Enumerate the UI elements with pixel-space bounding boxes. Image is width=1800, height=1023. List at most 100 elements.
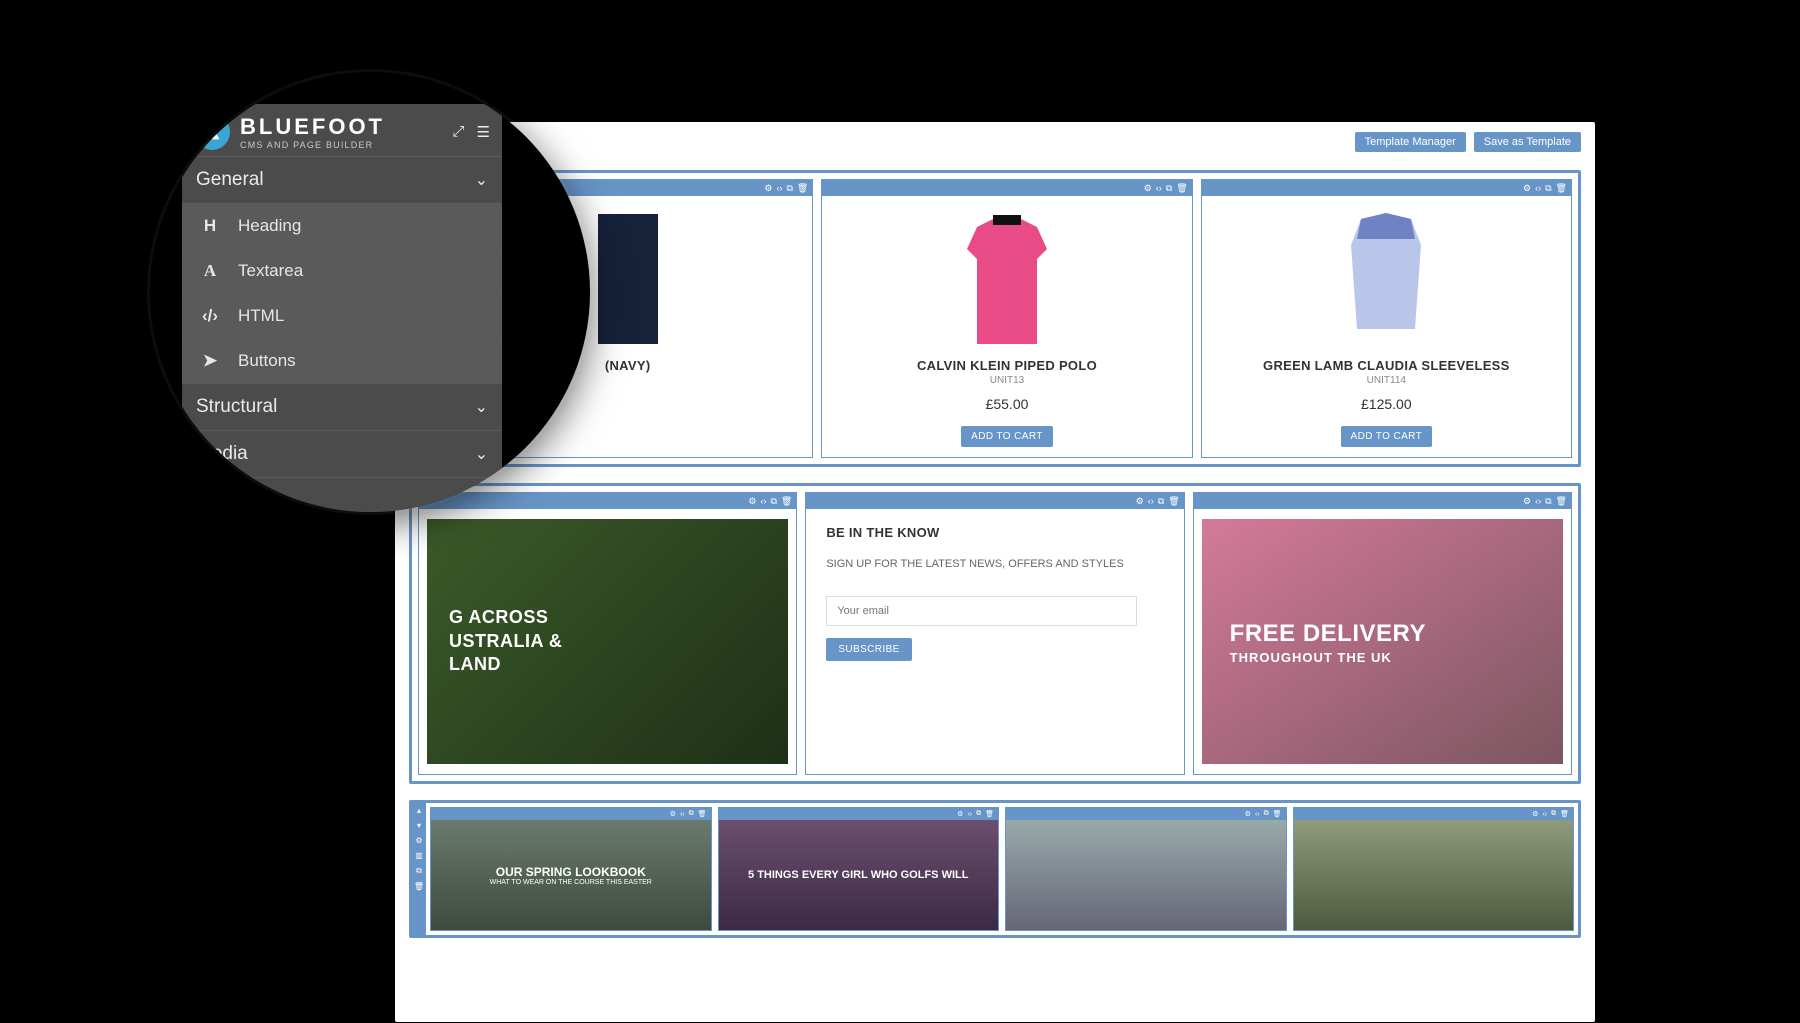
add-to-cart-button[interactable]: ADD TO CART bbox=[1341, 426, 1433, 447]
banner-col-1[interactable]: ⚙ ‹› ⧉ 🗑 G ACROSS USTRALIA & LAND bbox=[418, 492, 797, 775]
sidebar-item-html[interactable]: ‹/› HTML bbox=[182, 293, 502, 338]
section-label: General bbox=[196, 169, 264, 191]
gear-icon[interactable]: ⚙ bbox=[1144, 183, 1152, 194]
sidebar-item-heading[interactable]: H Heading bbox=[182, 203, 502, 248]
product-image bbox=[1210, 206, 1563, 352]
duplicate-icon[interactable]: ⧉ bbox=[786, 183, 792, 194]
cursor-icon: ➤ bbox=[200, 351, 220, 371]
heading-icon: H bbox=[200, 216, 220, 236]
banner-title: FREE DELIVERY bbox=[1230, 618, 1426, 649]
chevron-down-icon[interactable]: ▾ bbox=[417, 821, 421, 830]
thumb-subtitle: WHAT TO WEAR ON THE COURSE THIS EASTER bbox=[490, 879, 652, 886]
subscribe-button[interactable]: SUBSCRIBE bbox=[826, 638, 911, 661]
thumb-image bbox=[1006, 820, 1286, 930]
bluefoot-sidebar: BLUEFOOT CMS AND PAGE BUILDER ⤢ ☰ Genera… bbox=[182, 104, 502, 512]
brand-title: BLUEFOOT bbox=[240, 114, 453, 140]
sidebar-section-structural[interactable]: Structural ⌄ bbox=[182, 383, 502, 430]
duplicate-icon[interactable]: ⧉ bbox=[1158, 496, 1164, 507]
row-handle[interactable]: ▴ ▾ ⚙ ▥ ⧉ 🗑 bbox=[412, 803, 426, 935]
code-icon[interactable]: ‹› bbox=[760, 496, 766, 506]
code-icon[interactable]: ‹› bbox=[1535, 496, 1541, 506]
trash-icon[interactable]: 🗑 bbox=[781, 496, 792, 507]
gear-icon[interactable]: ⚙ bbox=[748, 496, 756, 507]
product-sku: UNIT13 bbox=[830, 375, 1183, 386]
trash-icon[interactable]: 🗑 bbox=[414, 882, 424, 891]
banner-overlay-text: G ACROSS USTRALIA & LAND bbox=[449, 606, 562, 676]
banner-image: G ACROSS USTRALIA & LAND bbox=[427, 519, 788, 764]
trash-icon[interactable]: 🗑 bbox=[1168, 496, 1179, 507]
menu-icon[interactable]: ☰ bbox=[477, 123, 490, 141]
duplicate-icon[interactable]: ⧉ bbox=[770, 496, 776, 507]
sidebar-item-buttons[interactable]: ➤ Buttons bbox=[182, 338, 502, 383]
chevron-down-icon: ⌄ bbox=[475, 444, 488, 464]
product-price: £55.00 bbox=[830, 396, 1183, 412]
brand-tagline: CMS AND PAGE BUILDER bbox=[240, 140, 453, 150]
trash-icon[interactable]: 🗑 bbox=[1556, 183, 1567, 194]
product-name: CALVIN KLEIN PIPED POLO bbox=[830, 358, 1183, 373]
duplicate-icon[interactable]: ⧉ bbox=[1545, 183, 1551, 194]
gear-icon[interactable]: ⚙ bbox=[1523, 183, 1531, 194]
col-toolbar[interactable]: ⚙ ‹› ⧉ 🗑 bbox=[1194, 493, 1571, 509]
thumb-col-4[interactable]: ⚙‹›⧉🗑 bbox=[1293, 807, 1575, 931]
banner-col-2[interactable]: ⚙ ‹› ⧉ 🗑 BE IN THE KNOW SIGN UP FOR THE … bbox=[805, 492, 1184, 775]
section-label: Structural bbox=[196, 396, 277, 418]
duplicate-icon[interactable]: ⧉ bbox=[1545, 496, 1551, 507]
item-label: Buttons bbox=[238, 351, 296, 371]
product-col-3[interactable]: ⚙ ‹› ⧉ 🗑 GREEN LAMB CLAUDIA SLEEVELESS bbox=[1201, 179, 1572, 458]
add-to-cart-button[interactable]: ADD TO CART bbox=[961, 426, 1053, 447]
sidebar-header: BLUEFOOT CMS AND PAGE BUILDER ⤢ ☰ bbox=[182, 104, 502, 156]
thumb-col-3[interactable]: ⚙‹›⧉🗑 bbox=[1005, 807, 1287, 931]
duplicate-icon[interactable]: ⧉ bbox=[416, 866, 422, 876]
banner-image: FREE DELIVERY THROUGHOUT THE UK bbox=[1202, 519, 1563, 764]
col-toolbar[interactable]: ⚙ ‹› ⧉ 🗑 bbox=[822, 180, 1191, 196]
columns-icon[interactable]: ▥ bbox=[415, 851, 423, 860]
banner-col-3[interactable]: ⚙ ‹› ⧉ 🗑 FREE DELIVERY THROUGHOUT THE UK bbox=[1193, 492, 1572, 775]
trash-icon[interactable]: 🗑 bbox=[797, 183, 808, 194]
section-label: Media bbox=[196, 443, 248, 465]
section-label: Commerce bbox=[196, 490, 289, 512]
newsletter-title: BE IN THE KNOW bbox=[826, 525, 1163, 540]
item-label: Textarea bbox=[238, 261, 303, 281]
gear-icon[interactable]: ⚙ bbox=[764, 183, 772, 194]
sidebar-section-commerce[interactable]: Commerce ⌄ bbox=[182, 477, 502, 512]
chevron-up-icon[interactable]: ▴ bbox=[417, 806, 421, 815]
thumb-col-2[interactable]: ⚙‹›⧉🗑 5 THINGS EVERY GIRL WHO GOLFS WILL bbox=[718, 807, 1000, 931]
col-toolbar[interactable]: ⚙ ‹› ⧉ 🗑 bbox=[806, 493, 1183, 509]
magnifier-lens: BLUEFOOT CMS AND PAGE BUILDER ⤢ ☰ Genera… bbox=[150, 72, 590, 512]
trash-icon[interactable]: 🗑 bbox=[1176, 183, 1187, 194]
sidebar-section-media[interactable]: Media ⌄ bbox=[182, 430, 502, 477]
item-label: Heading bbox=[238, 216, 301, 236]
code-icon[interactable]: ‹› bbox=[776, 183, 782, 193]
trash-icon[interactable]: 🗑 bbox=[1556, 496, 1567, 507]
product-col-2[interactable]: ⚙ ‹› ⧉ 🗑 CALVIN KLEIN PIPED POLO bbox=[821, 179, 1192, 458]
builder-row-thumbs[interactable]: ▴ ▾ ⚙ ▥ ⧉ 🗑 ⚙‹›⧉🗑 OUR SPRING LOOKBOOK WH… bbox=[409, 800, 1581, 938]
bluefoot-logo-icon bbox=[194, 114, 230, 150]
save-template-button[interactable]: Save as Template bbox=[1474, 132, 1581, 152]
duplicate-icon[interactable]: ⧉ bbox=[1166, 183, 1172, 194]
thumb-title: OUR SPRING LOOKBOOK bbox=[496, 865, 646, 879]
chevron-down-icon: ⌄ bbox=[475, 491, 488, 511]
thumb-col-1[interactable]: ⚙‹›⧉🗑 OUR SPRING LOOKBOOK WHAT TO WEAR O… bbox=[430, 807, 712, 931]
sidebar-section-general[interactable]: General ⌄ bbox=[182, 156, 502, 203]
builder-row-banners[interactable]: ⚙ ‹› ⧉ 🗑 G ACROSS USTRALIA & LAND ⚙ ‹ bbox=[409, 483, 1581, 784]
chevron-down-icon: ⌄ bbox=[475, 170, 488, 190]
product-sku: UNIT114 bbox=[1210, 375, 1563, 386]
product-image bbox=[830, 206, 1183, 352]
code-icon[interactable]: ‹› bbox=[1535, 183, 1541, 193]
code-icon[interactable]: ‹› bbox=[1148, 496, 1154, 506]
newsletter-email-input[interactable] bbox=[826, 596, 1136, 626]
code-icon[interactable]: ‹› bbox=[1156, 183, 1162, 193]
gear-icon[interactable]: ⚙ bbox=[415, 836, 422, 845]
thumb-image: 5 THINGS EVERY GIRL WHO GOLFS WILL bbox=[719, 820, 999, 930]
gear-icon[interactable]: ⚙ bbox=[1136, 496, 1144, 507]
gear-icon[interactable]: ⚙ bbox=[1523, 496, 1531, 507]
col-toolbar[interactable]: ⚙ ‹› ⧉ 🗑 bbox=[1202, 180, 1571, 196]
item-label: HTML bbox=[238, 306, 284, 326]
sidebar-item-textarea[interactable]: A Textarea bbox=[182, 248, 502, 293]
thumb-image: OUR SPRING LOOKBOOK WHAT TO WEAR ON THE … bbox=[431, 820, 711, 930]
product-price: £125.00 bbox=[1210, 396, 1563, 412]
expand-icon[interactable]: ⤢ bbox=[453, 123, 465, 141]
thumb-image bbox=[1294, 820, 1574, 930]
chevron-down-icon: ⌄ bbox=[475, 397, 488, 417]
template-manager-button[interactable]: Template Manager bbox=[1355, 132, 1466, 152]
